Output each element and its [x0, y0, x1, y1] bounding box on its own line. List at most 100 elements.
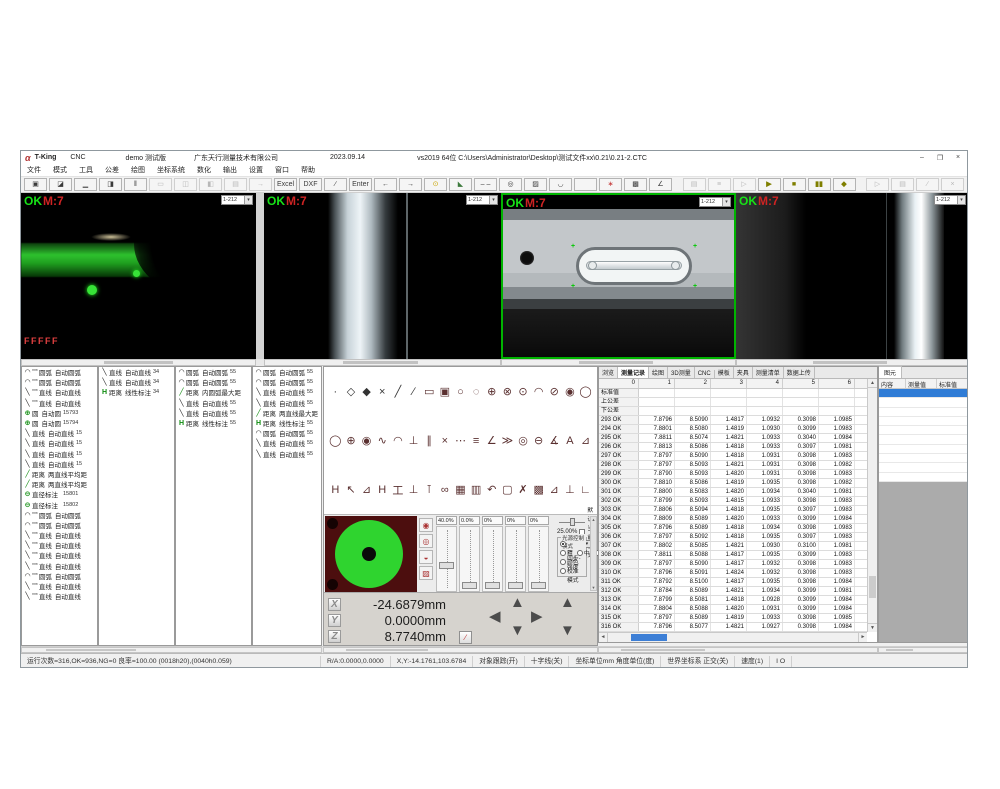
stage-view-button[interactable]: ▁	[74, 178, 97, 191]
slider-thumb[interactable]	[531, 582, 546, 589]
tab-elements[interactable]: 图元	[879, 366, 902, 378]
feature-row[interactable]: ◠圆弧自动圆弧55	[253, 428, 321, 438]
run-to-end-button[interactable]: ▶	[758, 178, 781, 191]
h-scrollbar[interactable]	[21, 359, 256, 366]
camera-range-combo[interactable]: 1-212▾	[934, 195, 966, 205]
results-h-scrollbar[interactable]: ◄ ►	[599, 632, 867, 642]
tool-icon[interactable]: ⊥	[406, 482, 421, 497]
measurement-row[interactable]: 306 OK7.87978.50921.48181.09350.30971.09…	[599, 533, 867, 542]
measurement-row[interactable]: 305 OK7.87968.50891.48181.09340.30981.09…	[599, 524, 867, 533]
measurement-row[interactable]: 294 OK7.88018.50801.48191.09300.30991.09…	[599, 425, 867, 434]
open-file-button[interactable]: ◪	[49, 178, 72, 191]
tool-icon[interactable]: ×	[375, 384, 390, 399]
scroll-thumb[interactable]	[869, 576, 876, 598]
feature-row[interactable]: ╲直线自动直线55	[253, 449, 321, 459]
tab-测量清单[interactable]: 测量清单	[753, 367, 784, 378]
tool-icon[interactable]: H	[375, 482, 390, 497]
slider-thumb[interactable]	[462, 582, 477, 589]
export-dxf-button[interactable]: DXF	[299, 178, 322, 191]
tool-icon[interactable]: ↶	[484, 482, 499, 497]
h-scrollbar[interactable]	[736, 359, 968, 366]
slider-track[interactable]	[528, 526, 549, 592]
measurement-row[interactable]: 300 OK7.88108.50861.48191.09350.30981.09…	[599, 479, 867, 488]
feature-row[interactable]: ⊕圆自动圆15793	[22, 408, 97, 418]
tool-icon[interactable]: ∠	[484, 433, 499, 448]
h-scrollbar[interactable]	[501, 359, 736, 366]
image-view-button[interactable]: ◣	[449, 178, 472, 191]
element-row-selected[interactable]	[879, 389, 968, 398]
feature-row[interactable]: ╲***直线自动直线	[22, 581, 97, 591]
feature-row[interactable]: H距离线性标注55	[253, 418, 321, 428]
slider-track[interactable]	[505, 526, 526, 592]
feature-row[interactable]: ⊕圆自动圆15794	[22, 418, 97, 428]
export-excel-button[interactable]: Excel	[274, 178, 297, 191]
status-section-9[interactable]: I O	[770, 656, 792, 667]
scroll-right-icon[interactable]: ►	[858, 633, 867, 642]
feature-row[interactable]: ╲直线自动直线55	[176, 408, 251, 418]
menu-item-5[interactable]: 绘图	[125, 165, 151, 175]
slider-thumb[interactable]	[570, 518, 575, 526]
slider-track[interactable]	[436, 526, 457, 592]
tool-icon[interactable]: ⊙	[516, 384, 531, 399]
jog-left-icon[interactable]: ◀	[489, 609, 501, 624]
master-slider[interactable]	[559, 518, 585, 526]
measurement-row[interactable]: 315 OK7.87978.50891.48191.09330.30981.09…	[599, 614, 867, 623]
curve-tool-button[interactable]: ∠	[649, 178, 672, 191]
z-down-icon[interactable]: ▼	[560, 623, 575, 638]
tool-icon[interactable]: ◉	[359, 433, 374, 448]
tool-icon[interactable]: ⊕	[344, 433, 359, 448]
slider-track[interactable]	[459, 526, 480, 592]
feature-row[interactable]: ◠圆弧自动圆弧55	[253, 377, 321, 387]
measurement-row[interactable]: 304 OK7.88098.50891.48201.09330.30991.09…	[599, 515, 867, 524]
element-row[interactable]	[879, 454, 968, 463]
measurement-row[interactable]: 310 OK7.87968.50911.48241.09320.30981.09…	[599, 569, 867, 578]
scroll-thumb[interactable]	[631, 634, 667, 641]
tool-icon[interactable]: ≫	[500, 433, 515, 448]
tab-CNC[interactable]: CNC	[695, 370, 715, 378]
tool-icon[interactable]: ⊺	[422, 482, 437, 497]
results-v-scrollbar[interactable]: ▲ ▼	[867, 379, 877, 632]
tool-icon[interactable]: ▥	[469, 482, 484, 497]
segment-light-button[interactable]: ◎	[419, 534, 433, 548]
measurement-row[interactable]: 311 OK7.87928.51001.48171.09350.30981.09…	[599, 578, 867, 587]
feature-row[interactable]: H距离线性标注34	[99, 387, 174, 397]
close-button[interactable]: ×	[949, 152, 967, 164]
element-row[interactable]	[879, 417, 968, 426]
tool-icon[interactable]: ◆	[359, 384, 374, 399]
tool-icon[interactable]: ⊥	[563, 482, 578, 497]
feature-row[interactable]: ◠圆弧自动圆弧55	[253, 367, 321, 377]
tool-icon[interactable]: ↖	[344, 482, 359, 497]
camera-range-combo[interactable]: 1-212▾	[466, 195, 498, 205]
feature-row[interactable]: ╲***直线自动直线	[22, 591, 97, 601]
tool-icon[interactable]: ∥	[422, 433, 437, 448]
feature-row[interactable]: ╱距离两直线最大距	[253, 408, 321, 418]
jog-right-icon[interactable]: ▶	[531, 609, 543, 624]
feature-row[interactable]: ╱距离两直线平均距	[22, 469, 97, 479]
measurement-row[interactable]: 314 OK7.88048.50881.48201.09310.30991.09…	[599, 605, 867, 614]
feature-row[interactable]: ╲直线自动直线15	[22, 459, 97, 469]
focus-assist-button[interactable]: ∗	[599, 178, 622, 191]
tool-icon[interactable]: ×	[437, 433, 452, 448]
tab-夹具[interactable]: 夹具	[734, 367, 753, 378]
feature-row[interactable]: ◠***圆弧自动圆弧	[22, 377, 97, 387]
measurement-row[interactable]: 297 OK7.87978.50901.48181.09310.30981.09…	[599, 452, 867, 461]
z-up-icon[interactable]: ▲	[560, 595, 575, 610]
tool-icon[interactable]: ◇	[344, 384, 359, 399]
tool-icon[interactable]: ∡	[547, 433, 562, 448]
feature-row[interactable]: ╲***直线自动直线	[22, 550, 97, 560]
measurement-row[interactable]: 309 OK7.87978.50901.48171.09320.30981.09…	[599, 560, 867, 569]
feature-row[interactable]: ◠***圆弧自动圆弧	[22, 367, 97, 377]
angle-mode-button[interactable]: ∕	[459, 631, 472, 644]
camera-view-2[interactable]: OKM:7 1-212▾	[264, 193, 501, 359]
ring-light-display[interactable]	[325, 516, 417, 592]
tool-icon[interactable]: ∕	[406, 384, 421, 399]
feature-row[interactable]: ╲直线自动直线15	[22, 428, 97, 438]
menu-item-6[interactable]: 坐标系统	[151, 165, 191, 175]
slider-track[interactable]	[482, 526, 503, 592]
tool-icon[interactable]: ◠	[391, 433, 406, 448]
tool-icon[interactable]: ◎	[516, 433, 531, 448]
h-scrollbar[interactable]	[264, 359, 501, 366]
feature-row[interactable]: ◠***圆弧自动圆弧	[22, 510, 97, 520]
element-row[interactable]	[879, 445, 968, 454]
execute-button[interactable]: ◆	[833, 178, 856, 191]
